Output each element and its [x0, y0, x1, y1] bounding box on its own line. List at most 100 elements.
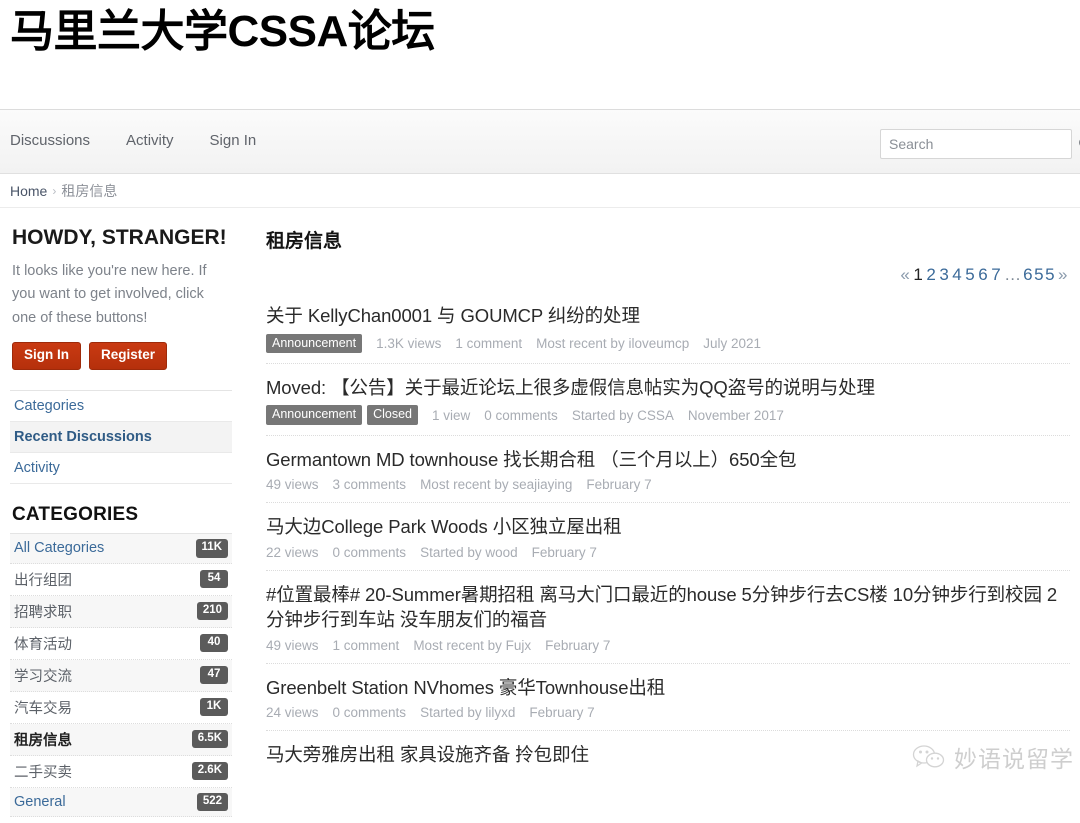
category-label: All Categories	[14, 540, 105, 557]
pagination-page[interactable]: 7	[990, 265, 1003, 284]
discussion-author[interactable]: Most recent by iloveumcp	[536, 336, 689, 351]
nav-item-activity[interactable]: Activity	[126, 132, 174, 149]
discussion-title[interactable]: 马大旁雅房出租 家具设施齐备 拎包即住	[266, 742, 1070, 768]
category-row[interactable]: 汽车交易 1K	[10, 692, 232, 724]
category-row[interactable]: General 522	[10, 787, 232, 817]
sidebar: HOWDY, STRANGER! It looks like you're ne…	[0, 220, 246, 817]
main-content: 租房信息 «1 2 3 4 5 6 7… 655» 关于 KellyChan0001 与 GO…	[246, 220, 1080, 817]
discussion-author[interactable]: Most recent by seajiaying	[420, 477, 572, 492]
page-body: HOWDY, STRANGER! It looks like you're ne…	[0, 208, 1080, 817]
discussion-author[interactable]: Started by wood	[420, 545, 518, 560]
discussion-meta: Announcement Closed 1 view 0 comments Starte…	[266, 405, 1070, 425]
sidebar-nav: Categories Recent Discussions Activity	[10, 390, 232, 485]
category-count-badge: 54	[200, 569, 228, 589]
pagination-page[interactable]: 5	[964, 265, 977, 284]
breadcrumb-home[interactable]: Home	[10, 183, 47, 199]
category-row[interactable]: 出行组团 54	[10, 564, 232, 596]
guest-panel: HOWDY, STRANGER! It looks like you're ne…	[10, 226, 232, 371]
category-count-badge: 40	[200, 633, 228, 653]
discussion-tag[interactable]: Announcement	[266, 405, 363, 425]
category-row[interactable]: 体育活动 40	[10, 628, 232, 660]
discussion-comments: 0 comments	[332, 544, 407, 560]
pagination-prev[interactable]: «	[899, 265, 912, 284]
discussion-title[interactable]: 马大边College Park Woods 小区独立屋出租	[266, 514, 1070, 540]
discussion-meta: 49 views 3 comments Most recent by seajiay…	[266, 477, 1070, 492]
discussion-author[interactable]: Started by CSSA	[572, 408, 674, 423]
category-label: 汽车交易	[14, 700, 72, 717]
discussion-views: 49 views	[266, 637, 319, 653]
discussion-tags: Announcement Closed	[266, 405, 419, 425]
pagination-page[interactable]: 3	[938, 265, 951, 284]
discussion-meta: Announcement 1.3K views 1 comment Most rece…	[266, 333, 1070, 353]
category-count-badge: 47	[200, 665, 228, 685]
register-button[interactable]: Register	[89, 342, 168, 371]
discussion-views: 22 views	[266, 544, 319, 560]
discussion-tag[interactable]: Announcement	[266, 333, 363, 353]
masthead: 马里兰大学CSSA论坛	[0, 0, 1080, 110]
discussion-tag[interactable]: Closed	[367, 405, 419, 425]
discussion-tags: Announcement	[266, 333, 363, 353]
discussion-title[interactable]: 关于 KellyChan0001 与 GOUMCP 纠纷的处理	[266, 303, 1070, 329]
discussion-author[interactable]: Started by lilyxd	[420, 705, 515, 720]
discussion-views: 1 view	[432, 407, 471, 423]
category-row[interactable]: All Categories 11K	[10, 534, 232, 564]
sidebar-item-recent-discussions[interactable]: Recent Discussions	[10, 422, 232, 454]
discussion-list: 关于 KellyChan0001 与 GOUMCP 纠纷的处理 Announcem…	[266, 303, 1070, 783]
category-label: 租房信息	[14, 732, 72, 749]
pagination-ellipsis: …	[1004, 265, 1022, 284]
discussion-views: 24 views	[266, 705, 319, 721]
discussion-author[interactable]: Most recent by Fujx	[413, 638, 531, 653]
sign-in-button[interactable]: Sign In	[12, 342, 81, 371]
discussion-meta: 24 views 0 comments Started by lilyxd Febru…	[266, 705, 1070, 720]
discussion-date: November 2017	[687, 407, 784, 423]
discussion-title[interactable]: Greenbelt Station NVhomes 豪华Townhouse出租	[266, 675, 1070, 701]
category-count-badge: 2.6K	[191, 761, 228, 781]
discussion-item: #位置最棒# 20-Summer暑期招租 离马大门口最近的house 5分钟步行…	[266, 582, 1070, 664]
discussion-date: February 7	[586, 477, 652, 493]
discussion-comments: 0 comments	[332, 705, 407, 721]
breadcrumb: Home › 租房信息	[0, 174, 1080, 208]
discussion-item: Moved: 【公告】关于最近论坛上很多虚假信息帖实为QQ盗号的说明与处理 Ann…	[266, 375, 1070, 436]
guest-text: It looks like you're new here. If you wa…	[12, 263, 207, 326]
pagination-page[interactable]: 6	[977, 265, 990, 284]
category-count-badge: 11K	[195, 539, 228, 558]
search-input[interactable]	[881, 136, 1078, 152]
category-label: 招聘求职	[14, 604, 72, 621]
discussion-date: February 7	[531, 544, 597, 560]
categories-list: All Categories 11K 出行组团 54 招聘求职 210 体育活动 40 学习交流…	[10, 533, 232, 817]
category-count-badge: 210	[196, 601, 228, 621]
nav-item-discussions[interactable]: Discussions	[10, 132, 90, 149]
pagination-next[interactable]: »	[1057, 265, 1070, 284]
page-title: 租房信息	[266, 231, 343, 252]
guest-buttons: Sign In Register	[12, 342, 232, 371]
discussion-item: 马大边College Park Woods 小区独立屋出租 22 views 0 c…	[266, 514, 1070, 571]
breadcrumb-current: 租房信息	[61, 182, 118, 199]
pagination-page[interactable]: 2	[925, 265, 938, 284]
category-label: 体育活动	[14, 636, 72, 653]
sidebar-item-activity[interactable]: Activity	[10, 453, 232, 485]
sidebar-item-categories[interactable]: Categories	[10, 391, 232, 423]
discussion-date: July 2021	[703, 335, 762, 351]
guest-heading: HOWDY, STRANGER!	[12, 226, 227, 249]
category-count-badge: 522	[196, 792, 228, 811]
breadcrumb-separator-icon: ›	[52, 183, 57, 198]
nav-links: Discussions Activity Sign In	[10, 132, 256, 149]
discussion-comments: 3 comments	[332, 477, 407, 493]
category-row[interactable]: 招聘求职 210	[10, 595, 232, 628]
category-row[interactable]: 学习交流 47	[10, 659, 232, 692]
discussion-title[interactable]: Germantown MD townhouse 找长期合租 （三个月以上）650…	[266, 447, 1070, 473]
pagination-page[interactable]: 4	[951, 265, 964, 284]
discussion-meta: 22 views 0 comments Started by wood Februar…	[266, 545, 1070, 560]
category-label: 出行组团	[14, 572, 72, 589]
category-row[interactable]: 租房信息 6.5K	[10, 723, 232, 756]
search-box[interactable]	[880, 129, 1080, 159]
discussion-title[interactable]: Moved: 【公告】关于最近论坛上很多虚假信息帖实为QQ盗号的说明与处理	[266, 375, 1070, 401]
nav-item-sign-in[interactable]: Sign In	[210, 132, 257, 149]
category-row[interactable]: 二手买卖 2.6K	[10, 756, 232, 788]
main-navbar: Discussions Activity Sign In	[0, 110, 1080, 174]
discussion-date: February 7	[545, 637, 611, 653]
discussion-comments: 1 comment	[332, 637, 400, 653]
discussion-title[interactable]: #位置最棒# 20-Summer暑期招租 离马大门口最近的house 5分钟步行…	[266, 582, 1070, 633]
pagination-last-page[interactable]: 655	[1022, 265, 1057, 284]
site-title: 马里兰大学CSSA论坛	[10, 7, 435, 56]
